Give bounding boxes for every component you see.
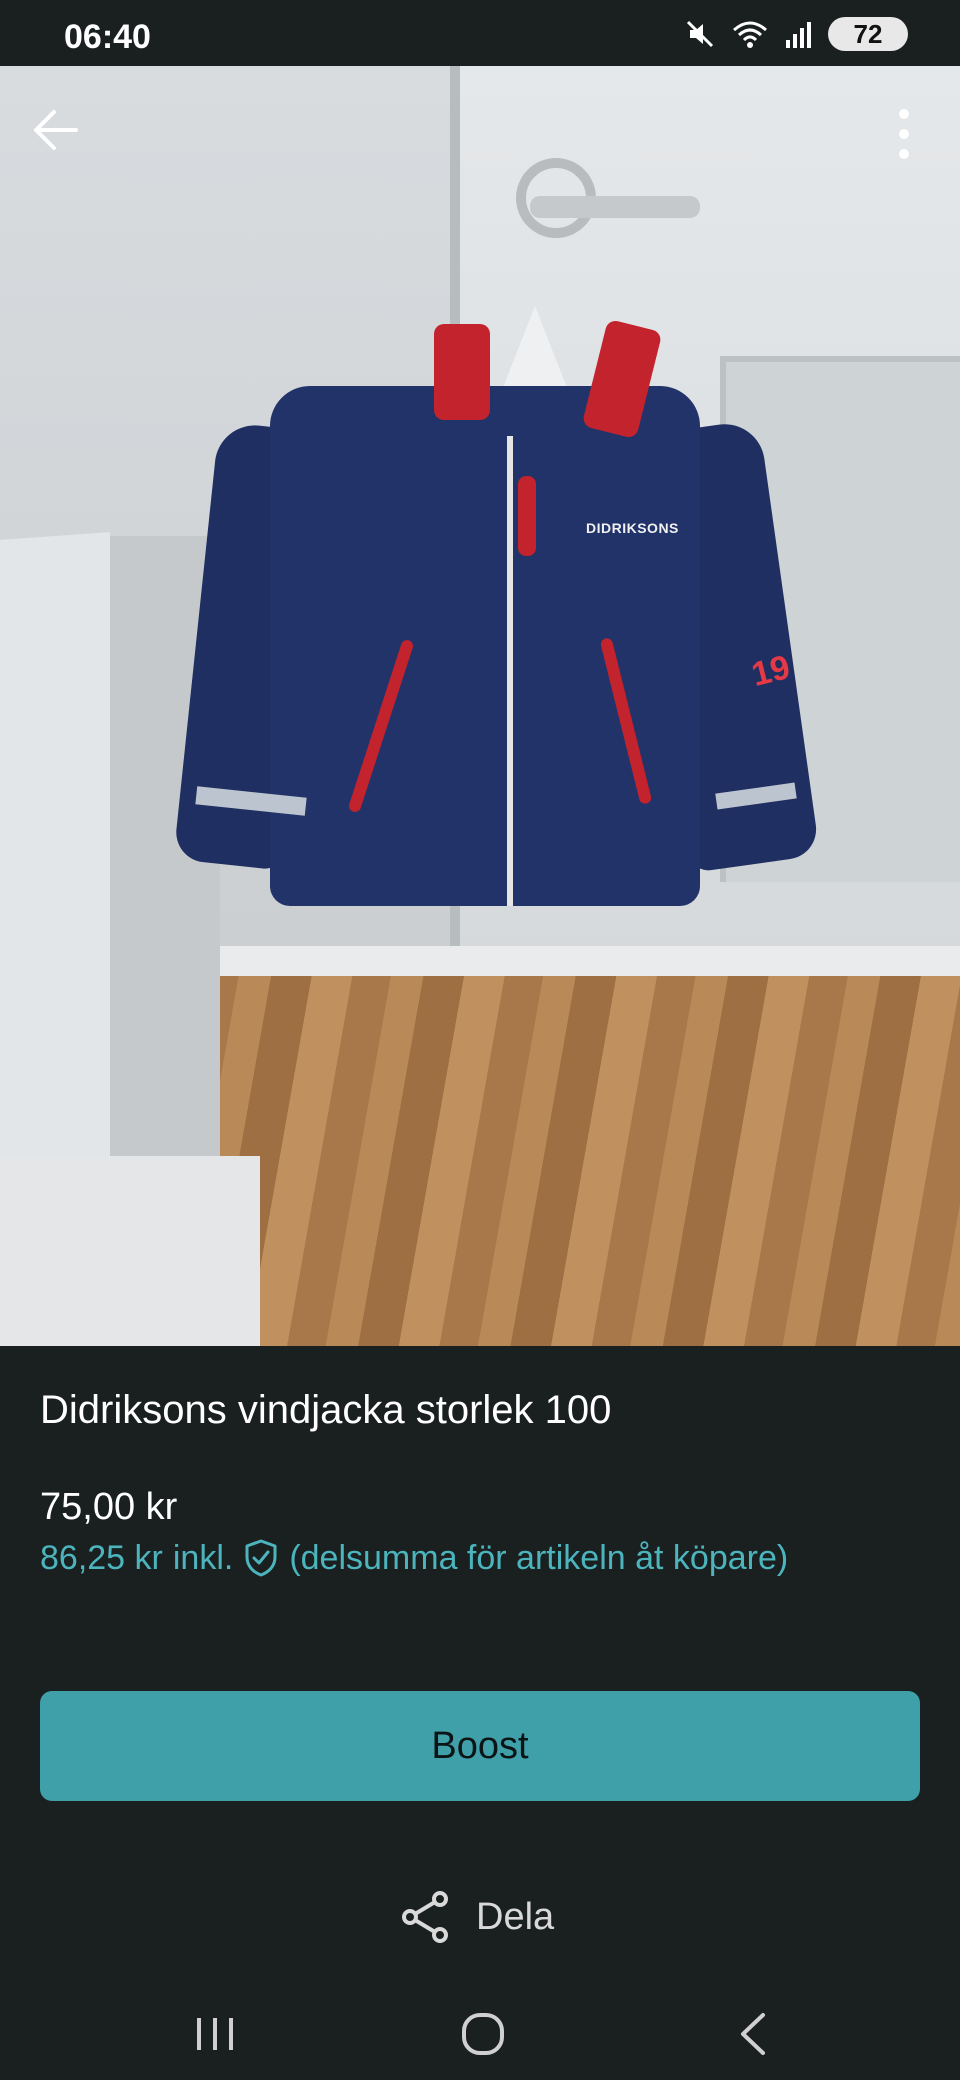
photo-baseboard xyxy=(200,946,960,976)
signal-icon xyxy=(786,22,811,48)
battery-indicator: 72 xyxy=(828,17,908,51)
shield-check-icon xyxy=(245,1539,277,1577)
mute-icon xyxy=(686,20,714,48)
jacket-brand-print: DIDRIKSONS xyxy=(586,520,679,536)
more-vertical-icon xyxy=(899,109,909,159)
wifi-icon xyxy=(733,21,767,48)
status-icons: 72 xyxy=(684,16,908,52)
price-incl-label: inkl. xyxy=(172,1538,234,1577)
back-nav-button[interactable] xyxy=(718,2004,788,2064)
listing-title: Didriksons vindjacka storlek 100 xyxy=(40,1388,612,1432)
photo-cabinet xyxy=(0,532,110,1260)
share-button[interactable]: Dela xyxy=(400,1890,554,1944)
listing-price: 75,00 kr xyxy=(40,1486,178,1528)
status-time: 06:40 xyxy=(64,18,151,56)
boost-button[interactable]: Boost xyxy=(40,1691,920,1801)
price-incl-note: (delsumma för artikeln åt köpare) xyxy=(289,1538,789,1577)
jacket-body xyxy=(270,386,700,906)
product-photo-carousel[interactable]: DIDRIKSONS 19 xyxy=(0,66,960,1346)
system-navigation-bar xyxy=(0,1990,960,2080)
back-button[interactable] xyxy=(30,104,82,156)
home-button[interactable] xyxy=(448,2004,518,2064)
jacket-zipper xyxy=(507,436,513,906)
home-icon xyxy=(462,2013,504,2055)
photo-door-handle xyxy=(530,196,700,218)
recent-apps-button[interactable] xyxy=(180,2004,250,2064)
recent-apps-icon xyxy=(197,2018,233,2050)
chevron-left-icon xyxy=(741,2013,765,2055)
more-options-button[interactable] xyxy=(882,104,926,164)
photo-floor-corner xyxy=(0,1156,260,1346)
jacket-hood-left xyxy=(434,324,490,420)
arrow-left-icon xyxy=(34,110,78,150)
photo-floor xyxy=(200,976,960,1346)
price-incl-protection[interactable]: 86,25 kr inkl. (delsumma för artikeln åt… xyxy=(40,1538,788,1578)
price-incl-amount: 86,25 kr xyxy=(40,1538,163,1577)
share-icon xyxy=(402,1891,448,1943)
share-label: Dela xyxy=(476,1895,555,1938)
jacket-zipper-pull xyxy=(518,476,536,556)
status-bar: 06:40 72 xyxy=(0,0,960,66)
